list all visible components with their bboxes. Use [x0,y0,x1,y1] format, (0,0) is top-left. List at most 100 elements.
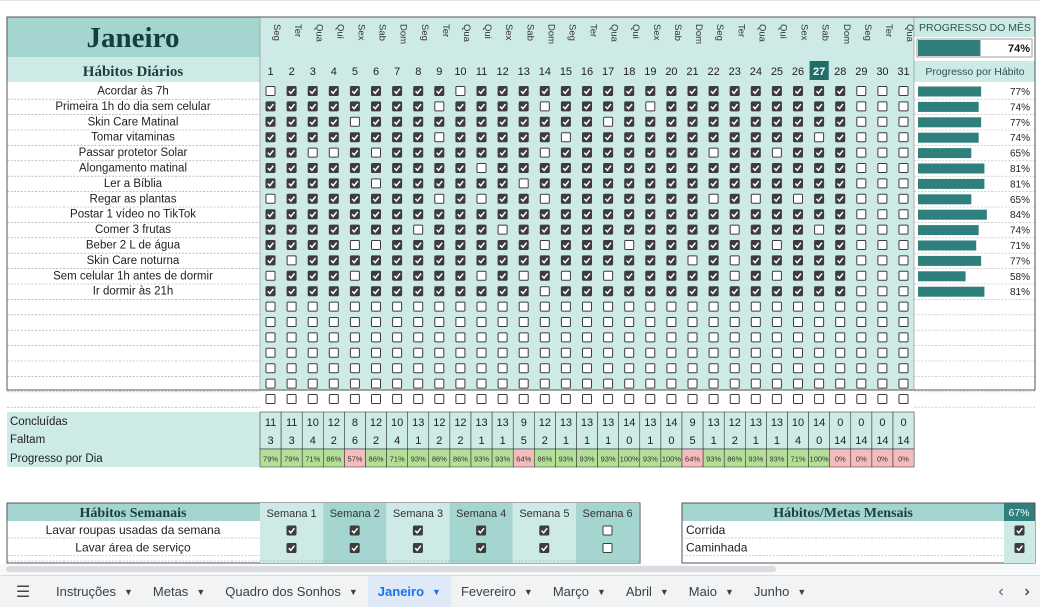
habit-checkbox[interactable] [476,209,487,220]
habit-checkbox[interactable] [624,132,635,143]
habit-checkbox[interactable] [307,317,318,327]
habit-checkbox[interactable] [434,240,445,250]
habit-checkbox[interactable] [476,286,487,297]
habit-checkbox[interactable] [455,178,466,189]
habit-checkbox[interactable] [708,178,719,189]
habit-checkbox[interactable] [750,347,761,358]
habit-checkbox[interactable] [793,224,803,235]
habit-checkbox[interactable] [497,378,508,389]
habit-checkbox[interactable] [560,347,571,358]
habit-checkbox[interactable] [898,394,909,404]
habit-checkbox[interactable] [814,209,825,220]
habit-checkbox[interactable] [328,286,339,297]
habit-checkbox[interactable] [518,224,529,235]
habit-checkbox[interactable] [371,255,381,266]
habit-checkbox[interactable] [539,163,550,173]
habit-checkbox[interactable] [392,147,403,158]
habit-checkbox[interactable] [518,347,529,358]
habit-checkbox[interactable] [307,163,318,173]
habit-checkbox[interactable] [371,101,381,112]
habit-checkbox[interactable] [413,132,424,143]
habit-checkbox[interactable] [771,86,782,96]
habit-checkbox[interactable] [434,147,445,158]
habit-checkbox[interactable] [476,86,487,96]
habit-checkbox[interactable] [455,317,466,327]
habit-checkbox[interactable] [413,286,424,297]
habit-checkbox[interactable] [603,347,614,358]
habit-checkbox[interactable] [645,332,656,343]
habit-checkbox[interactable] [729,132,740,143]
habit-checkbox[interactable] [413,147,424,158]
habit-checkbox[interactable] [497,209,508,220]
habit-checkbox[interactable] [898,209,909,220]
habit-checkbox[interactable] [793,317,803,327]
habit-checkbox[interactable] [539,363,550,374]
habit-checkbox[interactable] [666,209,677,220]
habit-checkbox[interactable] [603,86,614,96]
habit-checkbox[interactable] [708,332,719,343]
habit-checkbox[interactable] [497,116,508,127]
habit-checkbox[interactable] [307,86,318,96]
habit-checkbox[interactable] [349,332,360,343]
habit-checkbox[interactable] [497,86,508,96]
habit-checkbox[interactable] [582,301,592,312]
habit-checkbox[interactable] [307,255,318,266]
habit-checkbox[interactable] [624,178,635,189]
habit-checkbox[interactable] [877,101,888,112]
habit-checkbox[interactable] [793,163,803,173]
habit-checkbox[interactable] [771,101,782,112]
habit-checkbox[interactable] [286,163,297,173]
habit-checkbox[interactable] [455,270,466,281]
habit-checkbox[interactable] [349,101,360,112]
habit-checkbox[interactable] [286,101,297,112]
habit-checkbox[interactable] [624,193,635,204]
habit-checkbox[interactable] [476,116,487,127]
habit-checkbox[interactable] [603,147,614,158]
habit-checkbox[interactable] [392,301,403,312]
habit-checkbox[interactable] [729,270,740,281]
habit-checkbox[interactable] [539,347,550,358]
habit-checkbox[interactable] [645,86,656,96]
habit-checkbox[interactable] [793,286,803,297]
habit-checkbox[interactable] [771,240,782,250]
habit-checkbox[interactable] [371,178,381,189]
habit-checkbox[interactable] [349,240,360,250]
habit-checkbox[interactable] [750,255,761,266]
habit-checkbox[interactable] [265,240,276,250]
habit-checkbox[interactable] [476,101,487,112]
habit-checkbox[interactable] [307,332,318,343]
habit-checkbox[interactable] [687,86,698,96]
habit-checkbox[interactable] [877,240,888,250]
habit-checkbox[interactable] [603,317,614,327]
habit-checkbox[interactable] [307,394,318,404]
habit-checkbox[interactable] [771,270,782,281]
habit-checkbox[interactable] [413,240,424,250]
habit-checkbox[interactable] [687,224,698,235]
habit-checkbox[interactable] [413,255,424,266]
habit-checkbox[interactable] [793,193,803,204]
habit-checkbox[interactable] [497,347,508,358]
habit-checkbox[interactable] [729,240,740,250]
habit-checkbox[interactable] [286,317,297,327]
habit-checkbox[interactable] [518,286,529,297]
habit-checkbox[interactable] [455,224,466,235]
habit-checkbox[interactable] [793,270,803,281]
habit-checkbox[interactable] [455,101,466,112]
habit-checkbox[interactable] [603,363,614,374]
habit-checkbox[interactable] [392,255,403,266]
habit-checkbox[interactable] [265,363,276,374]
habit-checkbox[interactable] [371,394,381,404]
habit-checkbox[interactable] [793,132,803,143]
habit-checkbox[interactable] [307,193,318,204]
weekly-checkbox[interactable] [539,525,550,536]
habit-checkbox[interactable] [877,224,888,235]
chevron-left-icon[interactable]: ‹ [988,576,1014,607]
habit-checkbox[interactable] [582,193,592,204]
habit-checkbox[interactable] [582,178,592,189]
habit-checkbox[interactable] [476,317,487,327]
habit-checkbox[interactable] [560,101,571,112]
habit-checkbox[interactable] [814,378,825,389]
habit-checkbox[interactable] [392,332,403,343]
caret-down-icon[interactable]: ▼ [725,587,734,597]
habit-checkbox[interactable] [307,301,318,312]
